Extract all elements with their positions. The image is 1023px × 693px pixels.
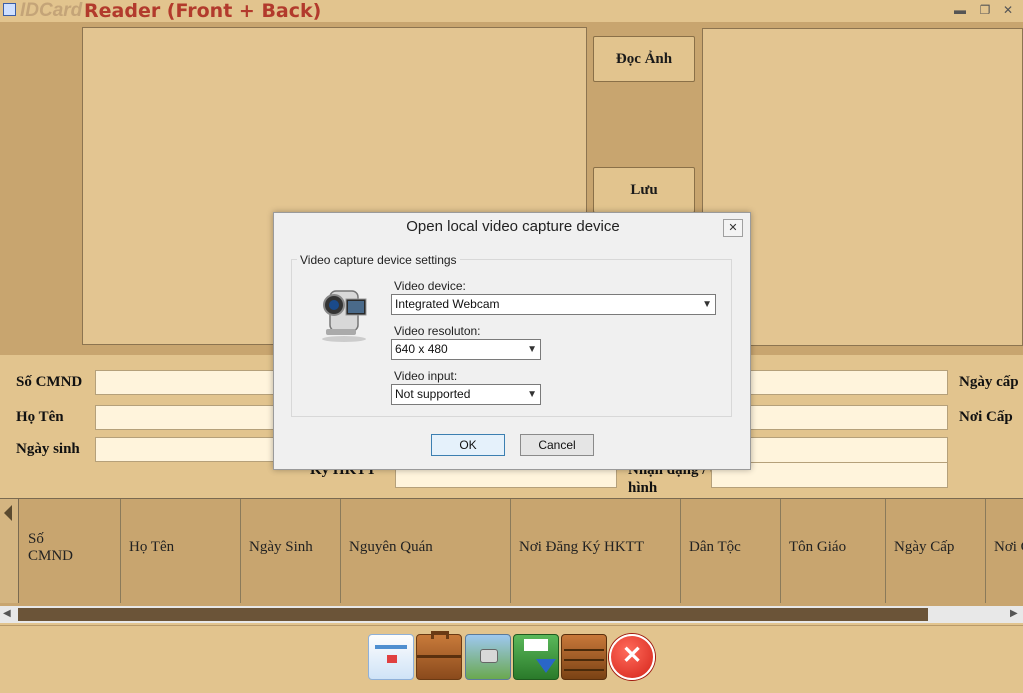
- issue-place-field[interactable]: [748, 405, 948, 430]
- scroll-left-icon[interactable]: ◀: [3, 608, 11, 619]
- video-input-select[interactable]: Not supported ▼: [391, 384, 541, 405]
- minimize-icon[interactable]: ▬: [952, 2, 968, 18]
- window-icon[interactable]: [368, 634, 414, 680]
- column-header-label: Ngày Sinh: [249, 539, 313, 555]
- id-number-field[interactable]: [95, 370, 275, 395]
- full-name-field[interactable]: [95, 405, 275, 430]
- video-device-select[interactable]: Integrated Webcam ▼: [391, 294, 716, 315]
- ok-button[interactable]: OK: [431, 434, 505, 456]
- save-button[interactable]: Lưu: [593, 167, 695, 213]
- close-window-icon[interactable]: ✕: [1000, 2, 1016, 18]
- column-header-label: Tôn Giáo: [789, 539, 847, 555]
- settings-group-label: Video capture device settings: [297, 253, 460, 267]
- column-header[interactable]: Ngày Sinh: [241, 499, 341, 603]
- column-header-label: Nguyên Quán: [349, 539, 433, 555]
- column-header[interactable]: Nguyên Quán: [341, 499, 511, 603]
- photo-icon[interactable]: [465, 634, 511, 680]
- column-header-label: Ngày Cấp: [894, 539, 955, 555]
- read-image-button[interactable]: Đọc Ảnh: [593, 36, 695, 82]
- close-icon[interactable]: ✕: [609, 634, 655, 680]
- title-bar: IDCard Reader (Front + Back) ▬ ❐ ✕: [0, 0, 1023, 22]
- video-resolution-value: 640 x 480: [395, 342, 448, 356]
- issue-place-label: Nơi Cấp: [959, 409, 1013, 425]
- app-title-brand: IDCard: [20, 0, 83, 21]
- bottom-toolbar: ✕: [0, 625, 1023, 693]
- dialog-title: Open local video capture device: [406, 218, 620, 235]
- save-icon[interactable]: [513, 634, 559, 680]
- video-device-value: Integrated Webcam: [395, 297, 500, 311]
- video-device-label: Video device:: [394, 279, 466, 293]
- full-name-label: Họ Tên: [16, 409, 64, 425]
- cancel-button[interactable]: Cancel: [520, 434, 594, 456]
- column-header[interactable]: Số CMND: [20, 499, 121, 603]
- row-selector-icon: [4, 505, 12, 521]
- birth-date-label: Ngày sinh: [16, 441, 80, 457]
- column-header[interactable]: Họ Tên: [121, 499, 241, 603]
- video-resolution-select[interactable]: 640 x 480 ▼: [391, 339, 541, 360]
- horizontal-scrollbar[interactable]: ◀ ▶: [0, 606, 1023, 623]
- chevron-down-icon: ▼: [527, 389, 537, 400]
- briefcase-icon[interactable]: [416, 631, 462, 680]
- camera-icon: [316, 281, 376, 345]
- chevron-down-icon: ▼: [527, 344, 537, 355]
- issue-date-label: Ngày cấp: [959, 374, 1019, 390]
- column-header[interactable]: Nơi Cấp: [986, 499, 1023, 603]
- column-header-label: Số CMND: [28, 531, 74, 564]
- column-header[interactable]: Dân Tộc: [681, 499, 781, 603]
- issue-date-field[interactable]: [748, 370, 948, 395]
- records-grid[interactable]: Số CMND Họ Tên Ngày Sinh Nguyên Quán Nơi…: [0, 498, 1023, 606]
- capture-device-dialog: Open local video capture device ✕ Video …: [273, 212, 751, 470]
- row-header: [0, 499, 19, 603]
- archive-icon[interactable]: [561, 634, 607, 680]
- scroll-thumb[interactable]: [18, 608, 928, 621]
- app-icon: [3, 3, 16, 16]
- column-header[interactable]: Nơi Đăng Ký HKTT: [511, 499, 681, 603]
- video-resolution-label: Video resoluton:: [394, 324, 481, 338]
- column-header-label: Dân Tộc: [689, 539, 741, 555]
- features-label-line2: hình: [628, 480, 658, 496]
- column-header-label: Nơi Đăng Ký HKTT: [519, 539, 644, 555]
- chevron-down-icon: ▼: [702, 299, 712, 310]
- column-header-label: Họ Tên: [129, 539, 175, 555]
- id-number-label: Số CMND: [16, 374, 83, 390]
- dialog-close-button[interactable]: ✕: [723, 219, 743, 237]
- video-input-value: Not supported: [395, 387, 471, 401]
- column-header-label: Nơi Cấp: [994, 539, 1023, 555]
- scroll-right-icon[interactable]: ▶: [1010, 608, 1018, 619]
- app-title: Reader (Front + Back): [84, 0, 322, 22]
- birth-date-field[interactable]: [95, 437, 275, 462]
- column-header[interactable]: Ngày Cấp: [886, 499, 986, 603]
- video-input-label: Video input:: [394, 369, 458, 383]
- column-header[interactable]: Tôn Giáo: [781, 499, 886, 603]
- restore-icon[interactable]: ❐: [977, 2, 993, 18]
